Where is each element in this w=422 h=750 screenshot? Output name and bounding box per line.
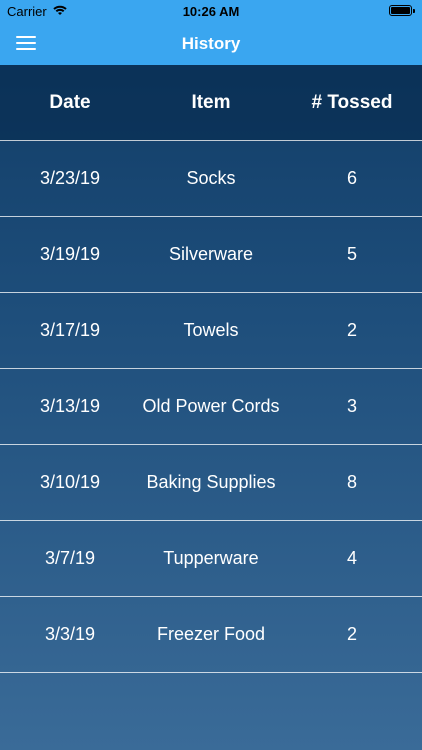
date-cell: 3/19/19 xyxy=(39,244,101,264)
item-cell: Tupperware xyxy=(163,548,259,568)
tossed-count-cell: 8 xyxy=(346,472,357,492)
tossed-count-cell: 6 xyxy=(346,168,357,188)
table-header-row: Date Item # Tossed xyxy=(0,65,422,141)
tossed-count-cell: 2 xyxy=(346,320,357,340)
date-cell: 3/17/19 xyxy=(39,320,101,340)
date-cell: 3/3/19 xyxy=(44,624,96,644)
navigation-bar: History xyxy=(0,22,422,65)
item-cell: Old Power Cords xyxy=(142,396,280,416)
item-cell: Freezer Food xyxy=(156,624,266,644)
tossed-count-cell: 5 xyxy=(346,244,357,264)
item-cell: Silverware xyxy=(168,244,254,264)
tossed-count-cell: 3 xyxy=(346,396,357,416)
clock: 10:26 AM xyxy=(182,4,240,19)
table-row[interactable]: 3/17/19 Towels 2 xyxy=(0,293,422,369)
table-row[interactable]: 3/13/19 Old Power Cords 3 xyxy=(0,369,422,445)
table-row[interactable]: 3/7/19 Tupperware 4 xyxy=(0,521,422,597)
table-row[interactable]: 3/3/19 Freezer Food 2 xyxy=(0,597,422,673)
column-header-item: Item xyxy=(191,91,231,113)
history-table: Date Item # Tossed 3/23/19 Socks 6 3/19/… xyxy=(0,65,422,673)
item-cell: Socks xyxy=(186,168,236,188)
page-title: History xyxy=(181,34,241,53)
date-cell: 3/10/19 xyxy=(39,472,101,492)
table-row[interactable]: 3/19/19 Silverware 5 xyxy=(0,217,422,293)
tossed-count-cell: 2 xyxy=(346,624,357,644)
column-header-tossed: # Tossed xyxy=(311,91,393,113)
status-bar: Carrier 10:26 AM xyxy=(0,0,422,22)
item-cell: Towels xyxy=(183,320,239,340)
battery-icon xyxy=(389,5,415,16)
item-cell: Baking Supplies xyxy=(146,472,276,492)
date-cell: 3/23/19 xyxy=(39,168,101,188)
table-row[interactable]: 3/10/19 Baking Supplies 8 xyxy=(0,445,422,521)
tossed-count-cell: 4 xyxy=(346,548,357,568)
date-cell: 3/13/19 xyxy=(39,396,101,416)
table-row[interactable]: 3/23/19 Socks 6 xyxy=(0,141,422,217)
column-header-date: Date xyxy=(49,91,91,113)
date-cell: 3/7/19 xyxy=(44,548,96,568)
